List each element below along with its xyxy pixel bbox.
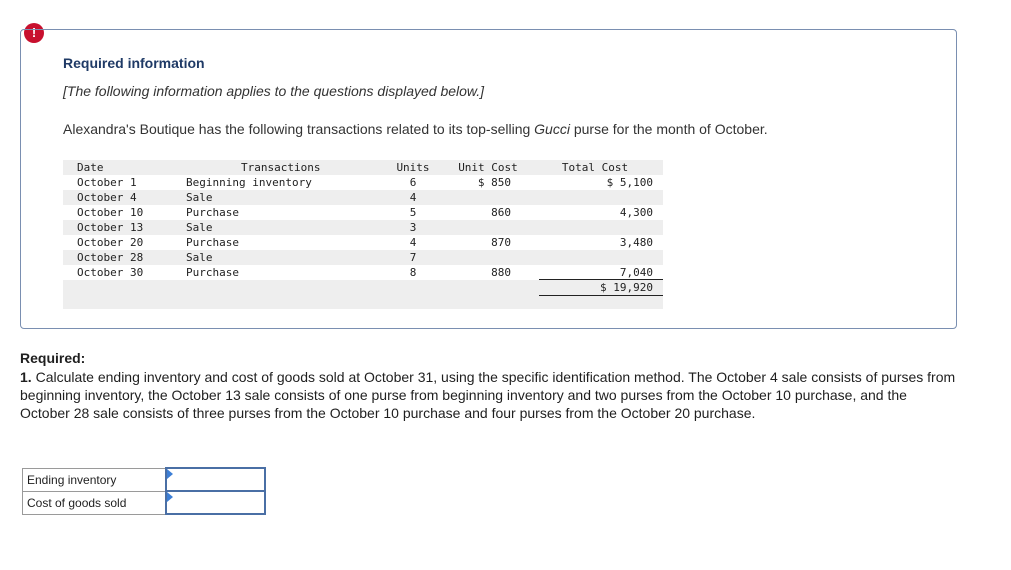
- ending-inventory-input[interactable]: [167, 470, 262, 489]
- row-date: October 10: [77, 206, 144, 219]
- required-question: 1. Calculate ending inventory and cost o…: [20, 368, 960, 422]
- table-row: October 10 Purchase 5 860 4,300: [63, 205, 663, 220]
- cost-of-goods-sold-cell: [165, 490, 266, 515]
- row-desc: Purchase: [186, 236, 239, 249]
- ending-inventory-label: Ending inventory: [22, 467, 167, 492]
- row-date: October 20: [77, 236, 144, 249]
- table-header-row: Date Transactions Units Unit Cost Total …: [63, 160, 663, 175]
- row-date: October 1: [77, 176, 137, 189]
- row-unit-cost: $ 850: [477, 176, 511, 189]
- desc-suffix: purse for the month of October.: [569, 121, 768, 137]
- header-unit-cost: Unit Cost: [458, 161, 518, 174]
- row-units: 6: [409, 176, 417, 189]
- header-date: Date: [77, 161, 104, 174]
- answer-row-cost-of-goods-sold: Cost of goods sold: [22, 490, 266, 515]
- row-units: 8: [409, 266, 417, 279]
- row-total-cost: 3,480: [619, 236, 653, 249]
- table-row: October 20 Purchase 4 870 3,480: [63, 235, 663, 250]
- row-date: October 4: [77, 191, 137, 204]
- row-units: 3: [409, 221, 417, 234]
- info-title: Required information: [63, 55, 205, 71]
- answer-table: Ending inventory Cost of goods sold: [22, 467, 266, 515]
- question-text: Calculate ending inventory and cost of g…: [20, 369, 956, 421]
- required-information-panel: Required information [The following info…: [20, 29, 957, 329]
- question-number: 1.: [20, 369, 32, 385]
- header-total-cost: Total Cost: [561, 161, 629, 174]
- transactions-table: Date Transactions Units Unit Cost Total …: [63, 160, 663, 309]
- table-total-row: $ 19,920: [63, 280, 663, 299]
- header-units: Units: [396, 161, 430, 174]
- header-transactions: Transactions: [241, 161, 321, 174]
- input-marker-icon: [167, 492, 173, 502]
- table-spacer-row: [63, 296, 663, 309]
- row-total-cost: 4,300: [619, 206, 653, 219]
- row-total-cost: $ 5,100: [606, 176, 653, 189]
- row-date: October 28: [77, 251, 144, 264]
- input-marker-icon: [167, 469, 173, 479]
- row-date: October 30: [77, 266, 144, 279]
- grand-total: $ 19,920: [600, 281, 653, 294]
- cost-of-goods-sold-input[interactable]: [167, 493, 262, 512]
- row-unit-cost: 870: [491, 236, 511, 249]
- table-row: October 13 Sale 3: [63, 220, 663, 235]
- row-desc: Purchase: [186, 206, 239, 219]
- row-units: 4: [409, 191, 417, 204]
- table-row: October 4 Sale 4: [63, 190, 663, 205]
- row-date: October 13: [77, 221, 144, 234]
- ending-inventory-cell: [165, 467, 266, 492]
- info-description: Alexandra's Boutique has the following t…: [63, 121, 768, 137]
- table-row: October 28 Sale 7: [63, 250, 663, 265]
- row-desc: Purchase: [186, 266, 239, 279]
- row-total-cost: 7,040: [619, 266, 653, 279]
- row-units: 4: [409, 236, 417, 249]
- row-desc: Beginning inventory: [186, 176, 312, 189]
- required-label: Required:: [20, 350, 86, 366]
- answer-row-ending-inventory: Ending inventory: [22, 467, 266, 492]
- table-row: October 1 Beginning inventory 6 $ 850 $ …: [63, 175, 663, 190]
- row-units: 5: [409, 206, 417, 219]
- row-units: 7: [409, 251, 417, 264]
- row-desc: Sale: [186, 221, 213, 234]
- row-desc: Sale: [186, 251, 213, 264]
- cost-of-goods-sold-label: Cost of goods sold: [22, 490, 167, 515]
- info-note: [The following information applies to th…: [63, 83, 485, 99]
- row-unit-cost: 880: [491, 266, 511, 279]
- desc-brand: Gucci: [534, 121, 570, 137]
- row-unit-cost: 860: [491, 206, 511, 219]
- row-desc: Sale: [186, 191, 213, 204]
- table-row: October 30 Purchase 8 880 7,040: [63, 265, 663, 280]
- desc-prefix: Alexandra's Boutique has the following t…: [63, 121, 535, 137]
